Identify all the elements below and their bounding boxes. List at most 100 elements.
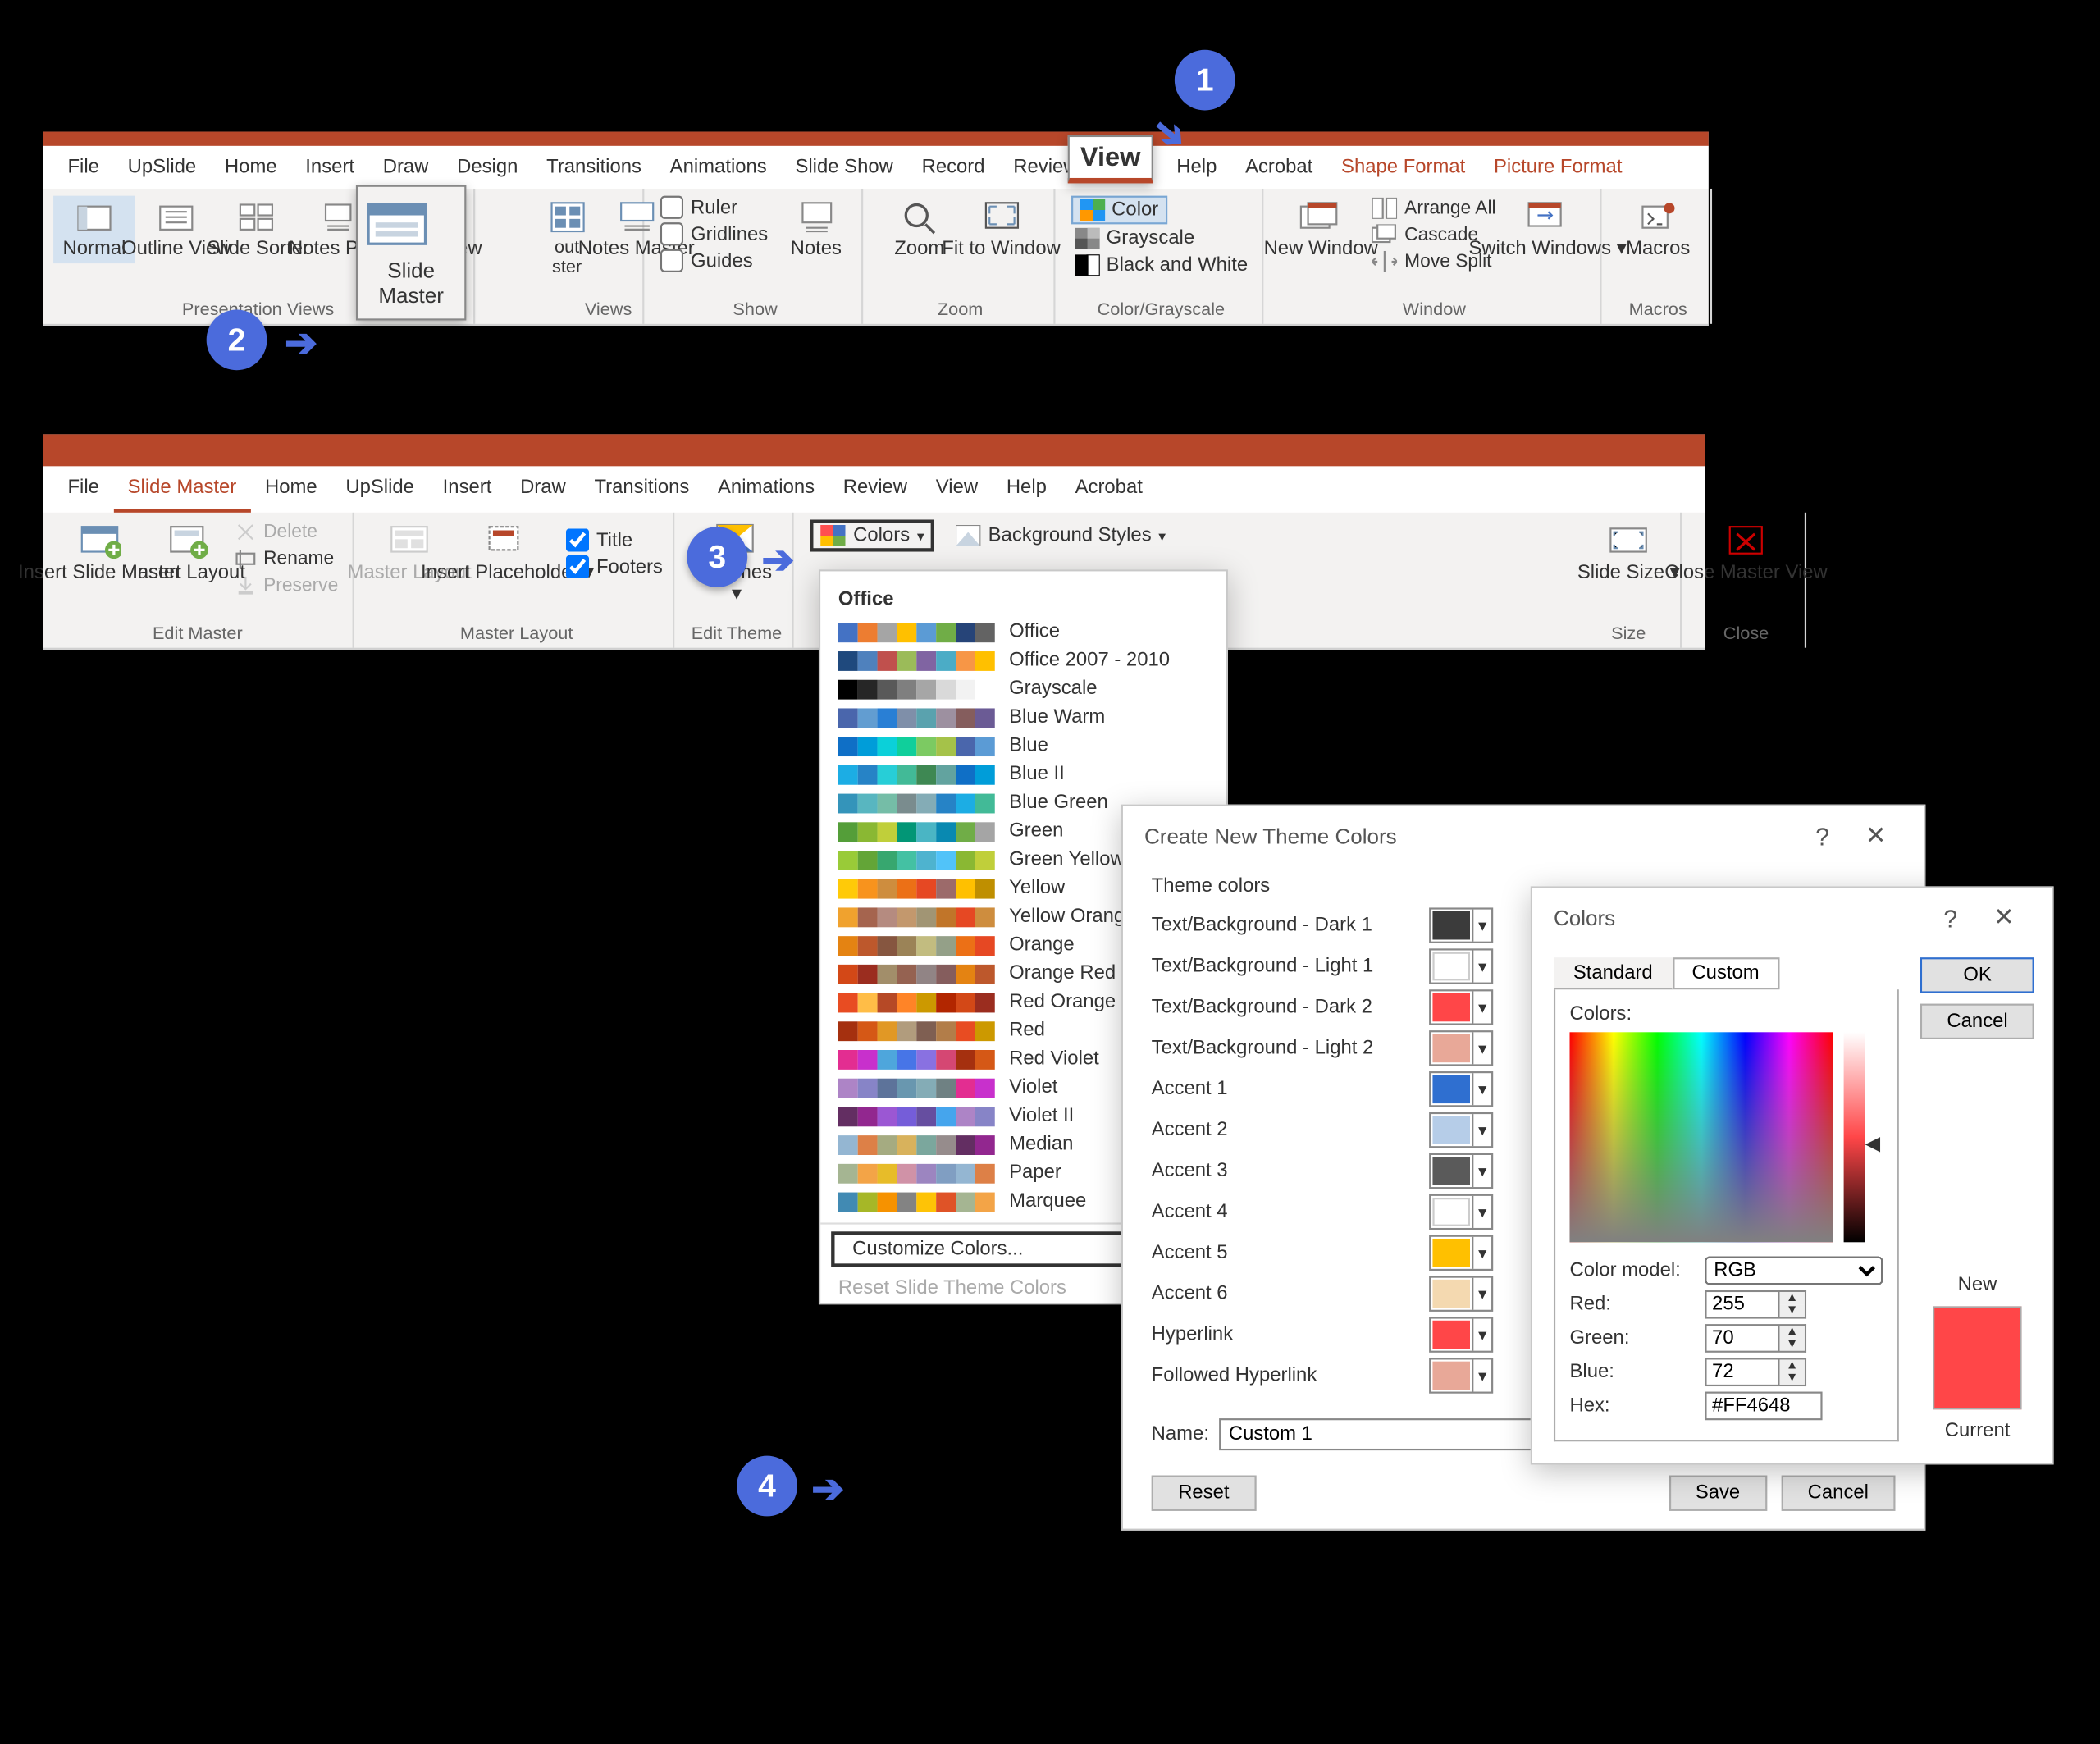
- tab-draw[interactable]: Draw: [368, 146, 442, 189]
- group-window: New Window Arrange All Cascade Move Spli…: [1269, 189, 1600, 324]
- color-picker-9[interactable]: ▼: [1429, 1276, 1493, 1312]
- custom-tab[interactable]: Custom: [1673, 957, 1779, 989]
- rename-button[interactable]: Rename: [231, 546, 342, 571]
- gridlines-checkbox[interactable]: Gridlines: [660, 222, 768, 245]
- tab-file[interactable]: File: [53, 466, 113, 509]
- ruler-checkbox[interactable]: Ruler: [660, 196, 768, 219]
- help-icon[interactable]: ?: [1924, 903, 1977, 932]
- outline-view-button[interactable]: Outline View: [135, 196, 217, 264]
- group-zoom: Zoom Fit to Window Zoom: [868, 189, 1055, 324]
- close-icon[interactable]: ✕: [1977, 902, 2030, 933]
- tab-file[interactable]: File: [53, 146, 113, 189]
- tab-draw[interactable]: Draw: [506, 466, 580, 509]
- scheme-blue-ii[interactable]: Blue II: [820, 760, 1226, 788]
- background-styles-dropdown[interactable]: Background Styles▾: [952, 519, 1169, 551]
- save-button[interactable]: Save: [1669, 1476, 1766, 1511]
- scheme-blue[interactable]: Blue: [820, 732, 1226, 760]
- preserve-button: Preserve: [231, 573, 342, 598]
- switch-windows-button[interactable]: Switch Windows ▾: [1507, 196, 1589, 274]
- green-input[interactable]: ▲▼: [1705, 1324, 1806, 1353]
- colors-dialog: Colors ? ✕ Standard Custom Colors:: [1531, 886, 2054, 1464]
- tab-picture-format[interactable]: Picture Format: [1480, 146, 1637, 189]
- group-close: Close Master View Close: [1687, 513, 1806, 648]
- scheme-blue-warm[interactable]: Blue Warm: [820, 703, 1226, 732]
- tab-record[interactable]: Record: [907, 146, 999, 189]
- ribbon-view-panel: FileUpSlideHomeInsertDrawDesignTransitio…: [43, 132, 1709, 326]
- color-field[interactable]: [1569, 1032, 1833, 1242]
- color-picker-10[interactable]: ▼: [1429, 1317, 1493, 1352]
- close-icon[interactable]: ✕: [1849, 820, 1902, 851]
- new-window-button[interactable]: New Window: [1280, 196, 1362, 274]
- arrange-all-button[interactable]: Arrange All: [1369, 196, 1500, 221]
- red-input[interactable]: ▲▼: [1705, 1290, 1806, 1319]
- black-white-button[interactable]: Black and White: [1071, 253, 1251, 277]
- tab-slide-show[interactable]: Slide Show: [781, 146, 907, 189]
- tab-view[interactable]: View: [921, 466, 992, 509]
- slide-sorter-button[interactable]: Slide Sorter: [217, 196, 299, 264]
- tab-design[interactable]: Design: [443, 146, 532, 189]
- color-model-select[interactable]: RGB: [1705, 1257, 1883, 1285]
- color-picker-1[interactable]: ▼: [1429, 948, 1493, 984]
- color-picker-3[interactable]: ▼: [1429, 1030, 1493, 1066]
- insert-slide-master-button[interactable]: Insert Slide Master: [53, 519, 146, 597]
- notes-button[interactable]: Notes: [783, 196, 850, 264]
- ok-button[interactable]: OK: [1920, 957, 2034, 993]
- luminance-slider[interactable]: [1844, 1032, 1865, 1242]
- tab-insert[interactable]: Insert: [291, 146, 368, 189]
- color-picker-4[interactable]: ▼: [1429, 1071, 1493, 1107]
- color-model-label: Color model:: [1569, 1260, 1694, 1281]
- color-picker-5[interactable]: ▼: [1429, 1112, 1493, 1148]
- standard-tab[interactable]: Standard: [1554, 957, 1673, 989]
- colors-dropdown[interactable]: Colors▾: [810, 519, 934, 551]
- scheme-office-2007-2010[interactable]: Office 2007 - 2010: [820, 646, 1226, 675]
- help-icon[interactable]: ?: [1796, 821, 1849, 850]
- tab-transitions[interactable]: Transitions: [580, 466, 704, 509]
- close-master-view-button[interactable]: Close Master View: [1698, 519, 1794, 587]
- tab-upslide[interactable]: UpSlide: [331, 466, 428, 509]
- macros-button[interactable]: Macros: [1617, 196, 1699, 264]
- insert-placeholder-button[interactable]: Insert Placeholder ▾: [456, 519, 559, 587]
- blue-input[interactable]: ▲▼: [1705, 1358, 1806, 1386]
- color-picker-11[interactable]: ▼: [1429, 1358, 1493, 1393]
- color-picker-2[interactable]: ▼: [1429, 989, 1493, 1025]
- dialog-title: Create New Theme Colors: [1144, 823, 1397, 847]
- color-picker-0[interactable]: ▼: [1429, 907, 1493, 943]
- tab-insert[interactable]: Insert: [428, 466, 505, 509]
- slide-master-popup[interactable]: Slide Master: [356, 185, 467, 321]
- grayscale-button[interactable]: Grayscale: [1071, 226, 1198, 251]
- tab-help[interactable]: Help: [992, 466, 1061, 509]
- tab-home[interactable]: Home: [251, 466, 331, 509]
- tab-shape-format[interactable]: Shape Format: [1327, 146, 1480, 189]
- group-show: Ruler Gridlines Guides Notes Show: [650, 189, 862, 324]
- tab-slide-master[interactable]: Slide Master: [113, 466, 250, 512]
- insert-layout-button[interactable]: Insert Layout: [149, 519, 227, 597]
- fit-to-window-button[interactable]: Fit to Window: [961, 196, 1043, 264]
- color-button[interactable]: Color: [1071, 196, 1167, 225]
- group-macros: Macros Macros: [1606, 189, 1711, 324]
- scheme-grayscale[interactable]: Grayscale: [820, 674, 1226, 703]
- cancel-button[interactable]: Cancel: [1781, 1476, 1895, 1511]
- new-label: New: [1920, 1274, 2034, 1295]
- tab-upslide[interactable]: UpSlide: [113, 146, 210, 189]
- arrow-3: ➔: [762, 537, 795, 583]
- scheme-office[interactable]: Office: [820, 618, 1226, 646]
- tab-animations[interactable]: Animations: [655, 146, 781, 189]
- tab-acrobat[interactable]: Acrobat: [1231, 146, 1327, 189]
- reset-button[interactable]: Reset: [1152, 1476, 1256, 1511]
- tab-acrobat[interactable]: Acrobat: [1061, 466, 1157, 509]
- color-picker-7[interactable]: ▼: [1429, 1194, 1493, 1230]
- tab-animations[interactable]: Animations: [704, 466, 829, 509]
- guides-checkbox[interactable]: Guides: [660, 249, 768, 272]
- color-picker-8[interactable]: ▼: [1429, 1235, 1493, 1271]
- slide-size-button[interactable]: Slide Size ▾: [1587, 519, 1669, 587]
- hex-input[interactable]: [1705, 1392, 1822, 1421]
- footers-checkbox[interactable]: Footers: [566, 555, 663, 578]
- view-tab-highlight[interactable]: View: [1068, 135, 1153, 184]
- cancel-button[interactable]: Cancel: [1920, 1004, 2034, 1039]
- tab-transitions[interactable]: Transitions: [532, 146, 656, 189]
- tab-review[interactable]: Review: [829, 466, 921, 509]
- title-checkbox[interactable]: Title: [566, 528, 663, 551]
- arrow-2: ➔: [285, 321, 317, 367]
- tab-home[interactable]: Home: [211, 146, 291, 189]
- color-picker-6[interactable]: ▼: [1429, 1153, 1493, 1189]
